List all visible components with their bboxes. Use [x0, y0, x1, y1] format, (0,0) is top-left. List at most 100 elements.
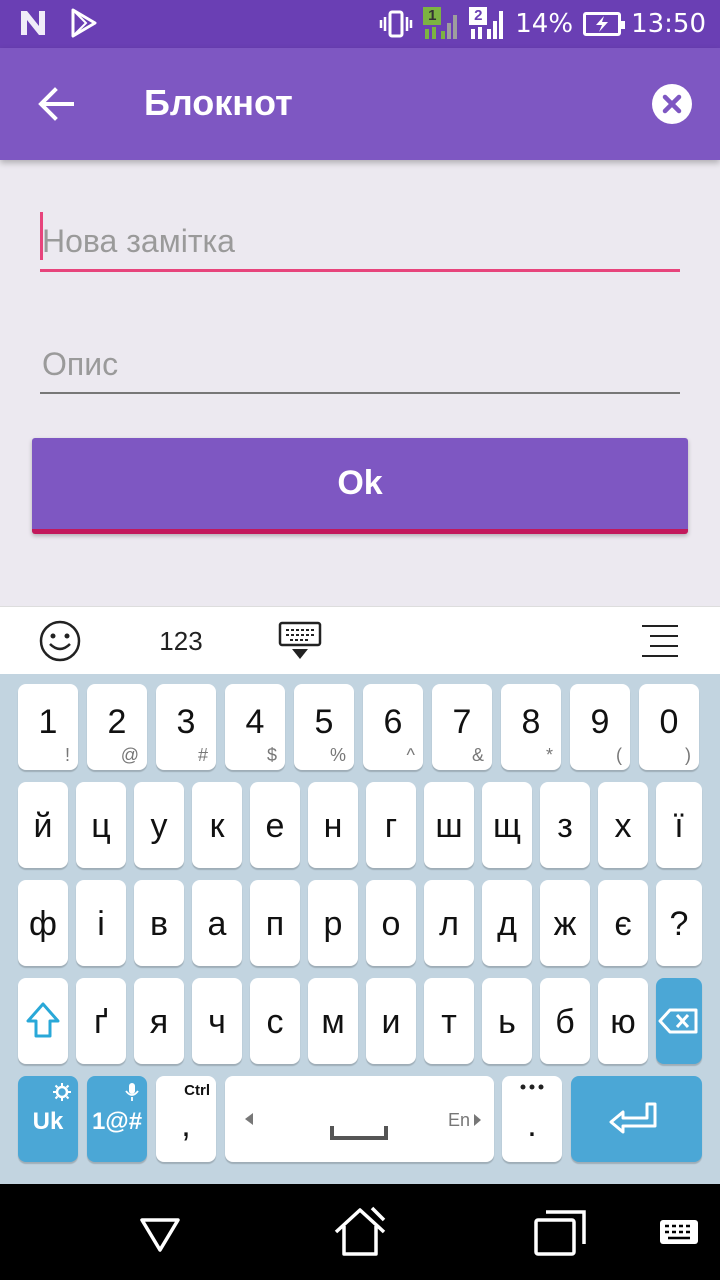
key-label: ю [610, 1003, 636, 1041]
key-label: х [614, 807, 632, 845]
note-form: Ok [0, 160, 720, 606]
key-letter[interactable]: г [366, 782, 416, 868]
key-7[interactable]: 7 & [432, 684, 492, 770]
key-label: у [150, 807, 168, 845]
shift-key[interactable] [18, 978, 68, 1064]
symbols-key[interactable]: 1@# [87, 1076, 147, 1162]
key-letter[interactable]: ч [192, 978, 242, 1064]
key-5[interactable]: 5% [294, 684, 354, 770]
space-bar-icon [330, 1126, 388, 1140]
key-letter[interactable]: у [134, 782, 184, 868]
key-letter[interactable]: а [192, 880, 242, 966]
key-sub-label: @ [120, 745, 139, 765]
key-label: 4 [245, 703, 265, 741]
keyboard-toolbar: 123 [0, 606, 720, 674]
key-letter[interactable]: б [540, 978, 590, 1064]
key-letter[interactable]: ц [76, 782, 126, 868]
key-6[interactable]: 6 ^ [363, 684, 423, 770]
key-letter[interactable]: я [134, 978, 184, 1064]
back-button[interactable] [28, 76, 84, 132]
keyboard-hide-icon [278, 621, 322, 659]
key-label: 6 [383, 703, 403, 741]
key-letter[interactable]: и [366, 978, 416, 1064]
vibrate-icon [380, 10, 413, 38]
key-letter[interactable]: м [308, 978, 358, 1064]
language-key[interactable]: Uk [18, 1076, 78, 1162]
key-label: т [441, 1003, 457, 1041]
key-label: 9 [590, 703, 610, 741]
key-label: б [555, 1003, 575, 1041]
nav-back-button[interactable] [132, 1204, 188, 1260]
key-letter[interactable]: т [424, 978, 474, 1064]
backspace-key[interactable] [656, 978, 702, 1064]
key-8[interactable]: 8 * [501, 684, 561, 770]
key-label: ф [29, 905, 57, 943]
key-9[interactable]: 9( [570, 684, 630, 770]
key-label: 0 [659, 703, 679, 741]
page-title: Блокнот [144, 82, 293, 123]
key-label: ч [208, 1003, 226, 1041]
key-letter[interactable]: н [308, 782, 358, 868]
key-question[interactable]: ? [656, 880, 702, 966]
key-letter[interactable]: к [192, 782, 242, 868]
keyboard-menu-button[interactable] [640, 619, 680, 663]
key-label: 3 [176, 703, 196, 741]
key-label: з [557, 807, 573, 845]
key-letter[interactable]: з [540, 782, 590, 868]
period-key[interactable]: . [502, 1076, 562, 1162]
backspace-icon [658, 1008, 698, 1034]
note-description-input[interactable] [40, 328, 680, 392]
key-2[interactable]: 2 @ [87, 684, 147, 770]
hide-keyboard-button[interactable] [278, 619, 322, 663]
key-label: щ [493, 807, 521, 845]
key-letter[interactable]: ж [540, 880, 590, 966]
key-letter[interactable]: ф [18, 880, 68, 966]
key-1[interactable]: 1! [18, 684, 78, 770]
note-title-input[interactable] [40, 206, 680, 269]
key-letter[interactable]: є [598, 880, 648, 966]
key-3[interactable]: 3 # [156, 684, 216, 770]
key-letter[interactable]: о [366, 880, 416, 966]
key-letter[interactable]: ю [598, 978, 648, 1064]
key-letter[interactable]: х [598, 782, 648, 868]
ok-button[interactable]: Ok [32, 438, 688, 534]
key-letter[interactable]: с [250, 978, 300, 1064]
key-letter[interactable]: ш [424, 782, 474, 868]
key-letter[interactable]: й [18, 782, 68, 868]
battery-percent: 14% [515, 9, 574, 39]
key-0[interactable]: 0) [639, 684, 699, 770]
key-label: в [149, 905, 169, 943]
key-4[interactable]: 4 $ [225, 684, 285, 770]
enter-key[interactable] [571, 1076, 702, 1162]
nav-recents-button[interactable] [532, 1204, 588, 1260]
key-letter[interactable]: ґ [76, 978, 126, 1064]
description-field [40, 328, 680, 394]
key-letter[interactable]: п [250, 880, 300, 966]
emoji-button[interactable] [38, 619, 82, 663]
key-label: і [97, 905, 105, 943]
close-button[interactable] [652, 84, 692, 124]
navigation-bar [0, 1184, 720, 1280]
numbers-mode-button[interactable]: 123 [150, 619, 212, 663]
key-letter[interactable]: л [424, 880, 474, 966]
key-letter[interactable]: ї [656, 782, 702, 868]
key-letter[interactable]: е [250, 782, 300, 868]
key-letter[interactable]: ь [482, 978, 532, 1064]
app-bar: Блокнот [0, 48, 720, 160]
key-label: и [381, 1003, 401, 1041]
key-letter[interactable]: і [76, 880, 126, 966]
key-letter[interactable]: щ [482, 782, 532, 868]
key-letter[interactable]: р [308, 880, 358, 966]
keyboard-switch-icon [660, 1220, 698, 1244]
menu-icon [642, 625, 678, 657]
soft-keyboard: 1! 2 @ 3 # 4 $ 5% 6 ^ 7 & 8 * 9( 0) й ц у к е … [0, 674, 720, 1184]
comma-key[interactable]: Ctrl , [156, 1076, 216, 1162]
space-key[interactable]: En [225, 1076, 494, 1162]
enter-icon [609, 1102, 657, 1134]
nav-home-button[interactable] [332, 1204, 388, 1260]
key-label: ? [669, 905, 689, 943]
key-letter[interactable]: в [134, 880, 184, 966]
key-label: 5 [314, 703, 334, 741]
key-letter[interactable]: д [482, 880, 532, 966]
nav-keyboard-switch-button[interactable] [656, 1204, 702, 1260]
